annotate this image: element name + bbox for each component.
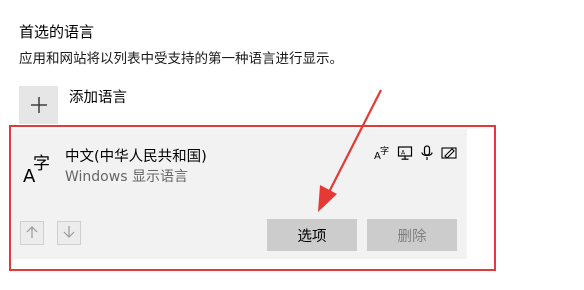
language-settings-panel: 首选的语言 应用和网站将以列表中受支持的第一种语言进行显示。 添加语言 A 字 … [0, 0, 584, 290]
handwriting-icon [440, 144, 458, 162]
add-language-label[interactable]: 添加语言 [69, 88, 127, 108]
icon-glyph-zi: 字 [33, 154, 50, 174]
add-language-button[interactable] [19, 86, 58, 124]
move-up-button[interactable] [20, 221, 44, 245]
move-down-button[interactable] [57, 221, 81, 245]
plus-icon [30, 96, 48, 114]
up-arrow-icon [25, 224, 39, 243]
delete-button[interactable]: 删除 [367, 219, 457, 251]
section-title: 首选的语言 [19, 23, 95, 41]
section-description: 应用和网站将以列表中受支持的第一种语言进行显示。 [19, 51, 343, 67]
language-subtitle: Windows 显示语言 [65, 169, 188, 185]
language-a-zi-icon: A 字 [22, 152, 56, 187]
options-button[interactable]: 选项 [267, 219, 357, 251]
language-name: 中文(中华人民共和国) [65, 149, 207, 165]
svg-text:字: 字 [380, 145, 389, 157]
text-to-speech-icon: A 字 [373, 144, 391, 162]
speech-recognition-icon [418, 144, 436, 162]
down-arrow-icon [62, 224, 76, 243]
display-language-icon: A [396, 144, 414, 162]
